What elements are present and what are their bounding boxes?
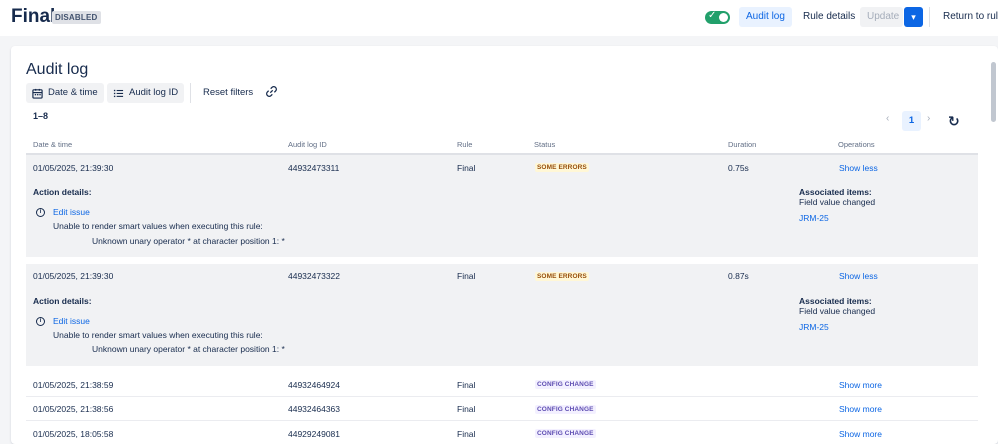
row-date: 01/05/2025, 21:38:59 bbox=[33, 380, 114, 390]
check-icon: ✓ bbox=[708, 10, 717, 21]
info-icon: i bbox=[36, 208, 45, 217]
column-header-rule: Rule bbox=[457, 140, 473, 149]
issue-link[interactable]: JRM-25 bbox=[799, 213, 829, 223]
row-audit-log-id: 44932464363 bbox=[288, 404, 341, 414]
action-details-heading: Action details: bbox=[33, 296, 92, 306]
row-rule: Final bbox=[457, 163, 476, 173]
toggle-knob bbox=[719, 13, 728, 22]
row-audit-log-id: 44932473322 bbox=[288, 271, 341, 281]
row-date: 01/05/2025, 21:38:56 bbox=[33, 404, 114, 414]
issue-link[interactable]: JRM-25 bbox=[799, 322, 829, 332]
audit-log-id-filter-label: Audit log ID bbox=[129, 87, 179, 98]
error-detail: Unknown unary operator * at character po… bbox=[92, 344, 285, 354]
status-badge: CONFIG CHANGE bbox=[535, 380, 596, 389]
row-divider bbox=[26, 420, 978, 421]
row-date: 01/05/2025, 18:05:58 bbox=[33, 429, 114, 439]
row-divider bbox=[26, 396, 978, 397]
scrollbar[interactable] bbox=[991, 62, 996, 122]
column-header-date: Date & time bbox=[33, 140, 73, 149]
date-time-filter-label: Date & time bbox=[48, 87, 98, 98]
column-header-duration: Duration bbox=[728, 140, 757, 149]
show-more-button[interactable]: Show more bbox=[839, 429, 882, 439]
column-header-operations: Operations bbox=[838, 140, 875, 149]
status-badge: CONFIG CHANGE bbox=[535, 405, 596, 414]
show-less-button[interactable]: Show less bbox=[839, 271, 878, 281]
show-more-button[interactable]: Show more bbox=[839, 404, 882, 414]
row-audit-log-id: 44932473311 bbox=[288, 163, 340, 173]
row-date: 01/05/2025, 21:39:30 bbox=[33, 271, 114, 281]
associated-item-desc: Field value changed bbox=[799, 197, 876, 207]
list-icon bbox=[113, 89, 124, 97]
associated-item-desc: Field value changed bbox=[799, 306, 876, 316]
update-button[interactable]: Update bbox=[860, 7, 903, 27]
error-message: Unable to render smart values when execu… bbox=[53, 221, 263, 231]
rule-details-button[interactable]: Rule details bbox=[796, 7, 862, 27]
row-rule: Final bbox=[457, 404, 476, 414]
audit-log-button[interactable]: Audit log bbox=[739, 7, 792, 27]
row-rule: Final bbox=[457, 271, 476, 281]
column-header-audit-log-id: Audit log ID bbox=[288, 140, 327, 149]
status-badge: SOME ERRORS bbox=[535, 163, 589, 172]
associated-items-heading: Associated items: bbox=[799, 296, 872, 306]
rule-enable-toggle[interactable]: ✓ bbox=[705, 10, 730, 24]
status-badge: CONFIG CHANGE bbox=[535, 429, 596, 438]
info-icon: i bbox=[36, 317, 45, 326]
row-audit-log-id: 44932464924 bbox=[288, 380, 341, 390]
error-message: Unable to render smart values when execu… bbox=[53, 330, 263, 340]
audit-log-id-filter-button[interactable]: Audit log ID bbox=[107, 83, 185, 103]
previous-page-button[interactable]: ‹ bbox=[886, 113, 889, 124]
refresh-icon[interactable]: ↻ bbox=[948, 113, 960, 130]
row-duration: 0.87s bbox=[728, 271, 749, 281]
filter-divider bbox=[190, 83, 191, 103]
result-count: 1–8 bbox=[33, 111, 49, 121]
page-title: Audit log bbox=[26, 61, 89, 78]
row-date: 01/05/2025, 21:39:30 bbox=[33, 163, 114, 173]
rule-title: Final bbox=[11, 6, 56, 27]
associated-items-heading: Associated items: bbox=[799, 187, 872, 197]
date-time-filter-button[interactable]: Date & time bbox=[26, 83, 104, 103]
reset-filters-button[interactable]: Reset filters bbox=[197, 83, 259, 103]
next-page-button[interactable]: › bbox=[927, 113, 930, 124]
return-to-rules-button[interactable]: Return to rules bbox=[936, 7, 998, 27]
link-icon[interactable] bbox=[263, 85, 279, 101]
header-divider bbox=[929, 7, 930, 27]
chevron-down-icon[interactable]: ▾ bbox=[904, 7, 923, 27]
row-audit-log-id: 44929249081 bbox=[288, 429, 341, 439]
row-rule: Final bbox=[457, 380, 476, 390]
error-detail: Unknown unary operator * at character po… bbox=[92, 236, 285, 246]
page-1-button[interactable]: 1 bbox=[902, 111, 921, 131]
status-badge: SOME ERRORS bbox=[535, 272, 589, 281]
show-more-button[interactable]: Show more bbox=[839, 380, 882, 390]
row-rule: Final bbox=[457, 429, 476, 439]
show-less-button[interactable]: Show less bbox=[839, 163, 878, 173]
action-details-heading: Action details: bbox=[33, 187, 92, 197]
edit-issue-link[interactable]: Edit issue bbox=[53, 207, 90, 217]
calendar-icon bbox=[32, 88, 43, 99]
status-badge: DISABLED bbox=[52, 11, 101, 24]
column-header-status: Status bbox=[534, 140, 556, 149]
edit-issue-link[interactable]: Edit issue bbox=[53, 316, 90, 326]
row-duration: 0.75s bbox=[728, 163, 749, 173]
